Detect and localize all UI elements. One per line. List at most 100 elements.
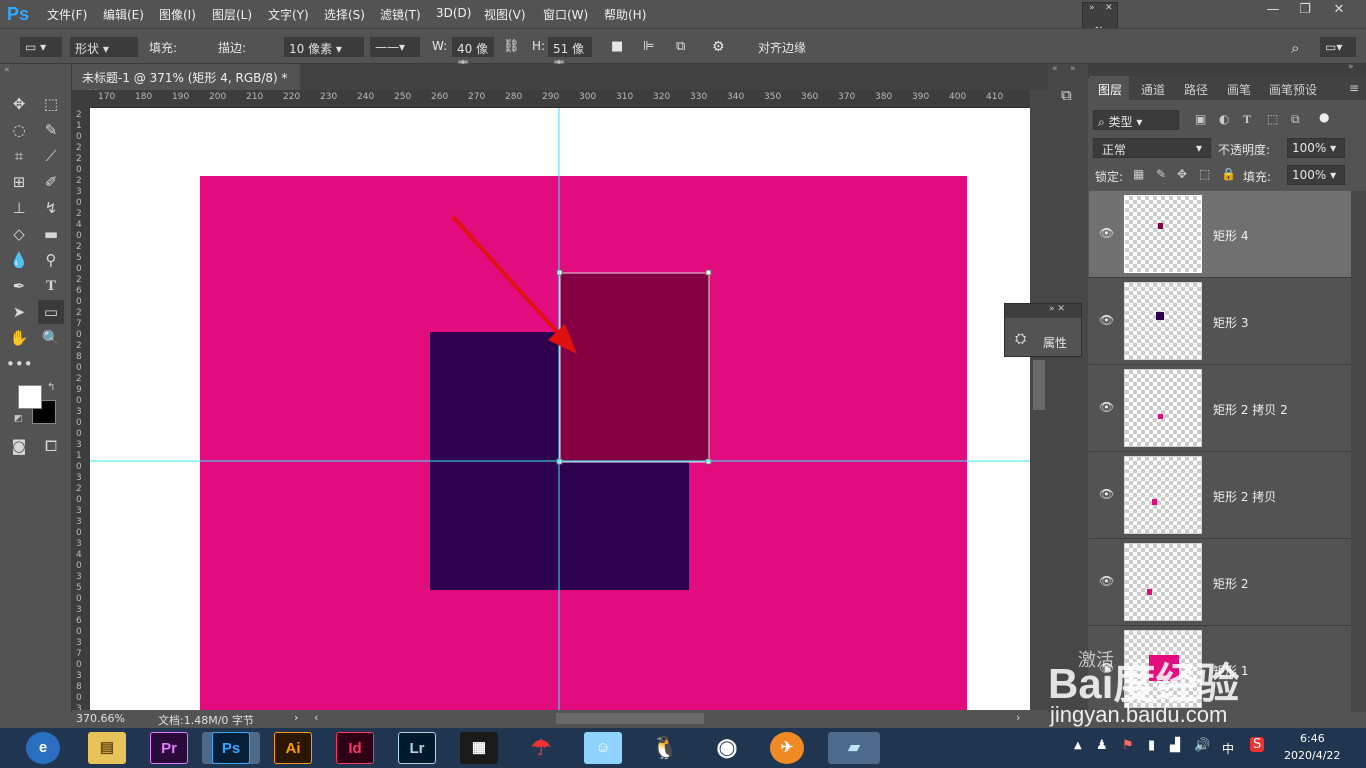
premiere-icon[interactable]: Pr [150, 732, 188, 764]
scroll-left-icon[interactable]: ‹ [314, 711, 318, 724]
menu-3d[interactable]: 3D(D) [436, 6, 471, 20]
eyedropper-tool-icon[interactable]: ⟋ [38, 144, 64, 168]
anchor-handle[interactable] [705, 269, 712, 276]
status-menu-icon[interactable]: › [294, 711, 298, 724]
browser-360-icon[interactable]: e [26, 732, 60, 764]
restore-icon[interactable]: ❐ [1292, 2, 1318, 22]
dodge-tool-icon[interactable]: ⚲ [38, 248, 64, 272]
document-tab[interactable]: 未标题-1 @ 371% (矩形 4, RGB/8) * ✕ [72, 64, 300, 100]
link-icon[interactable]: ⛓ [503, 39, 520, 54]
layer-row-rect2[interactable]: 👁 矩形 2 [1089, 539, 1351, 626]
clock-date[interactable]: 2020/4/22 [1284, 749, 1340, 762]
layer-name[interactable]: 矩形 2 [1213, 575, 1248, 592]
workspace-icon[interactable]: ▭▾ [1320, 37, 1356, 57]
scroll-thumb[interactable] [1033, 360, 1045, 410]
filter-adjustment-icon[interactable]: ◐ [1219, 112, 1229, 126]
lock-position-icon[interactable]: ✥ [1177, 167, 1187, 181]
tray-ime-label[interactable]: 中 [1222, 740, 1234, 757]
foreground-color-swatch[interactable] [18, 385, 42, 409]
layer-filter-select[interactable]: ⌕ 类型 ▾ [1093, 110, 1179, 130]
tab-layers[interactable]: 图层 [1098, 81, 1122, 98]
type-tool-icon[interactable]: T [38, 274, 64, 298]
menu-layer[interactable]: 图层(L) [212, 6, 252, 23]
screen-mode-icon[interactable]: ⧠ [38, 434, 64, 458]
filter-shape-icon[interactable]: ⬚ [1267, 112, 1278, 126]
marquee-tool-icon[interactable]: ⬚ [38, 92, 64, 116]
dock-expand-icon[interactable]: » [1070, 64, 1076, 74]
qq-icon[interactable]: 🐧 [646, 732, 684, 764]
default-colors-icon[interactable]: ◩ [14, 414, 23, 424]
tray-network-icon[interactable]: ▟ [1170, 738, 1180, 753]
visibility-eye-icon[interactable]: 👁 [1099, 226, 1114, 240]
search-icon[interactable]: ⌕ [1291, 39, 1299, 57]
path-select-tool-icon[interactable]: ➤ [6, 300, 32, 324]
filter-smart-object-icon[interactable]: ⧉ [1291, 112, 1300, 127]
gear-icon[interactable]: ⚙ [712, 39, 725, 55]
photoshop-icon[interactable]: Ps [212, 732, 250, 764]
crop-tool-icon[interactable]: ⌗ [6, 144, 32, 168]
menu-window[interactable]: 窗口(W) [543, 6, 588, 23]
menu-filter[interactable]: 滤镜(T) [380, 6, 421, 23]
pen-tool-icon[interactable]: ✒ [6, 274, 32, 298]
healing-tool-icon[interactable]: ⊞ [6, 170, 32, 194]
layer-row-rect2-copy2[interactable]: 👁 矩形 2 拷贝 2 [1089, 365, 1351, 452]
stroke-type-select[interactable]: ——▾ [370, 37, 420, 57]
tab-paths[interactable]: 路径 [1184, 81, 1208, 98]
close-window-icon[interactable]: ✕ [1326, 2, 1352, 22]
quick-select-tool-icon[interactable]: ✎ [38, 118, 64, 142]
menu-edit[interactable]: 编辑(E) [103, 6, 144, 23]
indesign-icon[interactable]: Id [336, 732, 374, 764]
canvas-vertical-scrollbar[interactable] [1030, 90, 1048, 710]
tray-battery-icon[interactable]: ▮ [1148, 738, 1155, 753]
visibility-eye-icon[interactable]: 👁 [1099, 400, 1114, 414]
collapse-icon[interactable]: » [1089, 3, 1095, 13]
tab-brushes[interactable]: 画笔 [1227, 81, 1251, 98]
ruler-origin[interactable] [72, 90, 90, 108]
more-tools-icon[interactable]: ••• [6, 352, 33, 376]
lightroom-icon[interactable]: Lr [398, 732, 436, 764]
lock-transparent-icon[interactable]: ▦ [1133, 167, 1144, 181]
eraser-tool-icon[interactable]: ◇ [6, 222, 32, 246]
minimize-icon[interactable]: — [1260, 2, 1286, 22]
tab-channels[interactable]: 通道 [1141, 81, 1165, 98]
toolbox-collapse-icon[interactable]: « [4, 65, 10, 75]
layers-dock-icon[interactable]: ⧉ [1061, 86, 1072, 104]
lasso-tool-icon[interactable]: ◌ [6, 118, 32, 142]
blur-tool-icon[interactable]: 💧 [6, 248, 32, 272]
panel-menu-icon[interactable]: ≡ [1349, 81, 1359, 95]
layer-name[interactable]: 矩形 4 [1213, 227, 1248, 244]
layers-panel-collapse-icon[interactable]: » [1348, 62, 1354, 72]
path-arrangement-icon[interactable]: ⧉ [676, 39, 685, 54]
brush-tool-icon[interactable]: ✐ [38, 170, 64, 194]
clock-time[interactable]: 6:46 [1300, 732, 1325, 745]
menu-select[interactable]: 选择(S) [324, 6, 365, 23]
tray-flag-icon[interactable]: ⚑ [1122, 738, 1134, 753]
properties-icon[interactable]: ⛭ [1015, 331, 1026, 347]
path-operations-icon[interactable]: ■ [611, 39, 623, 54]
rectangle-4-shape[interactable] [559, 272, 710, 463]
video-editor-icon[interactable]: ▦ [460, 732, 498, 764]
properties-collapse-icon[interactable]: » [1049, 304, 1055, 314]
layers-scrollbar[interactable] [1351, 191, 1366, 712]
fill-input[interactable]: 100% ▾ [1287, 165, 1345, 185]
visibility-eye-icon[interactable]: 👁 [1099, 313, 1114, 327]
mode-select[interactable]: 形状 ▾ [70, 37, 138, 57]
tool-preset-picker[interactable]: ▭ ▾ [20, 37, 62, 57]
layer-name[interactable]: 矩形 3 [1213, 314, 1248, 331]
filter-toggle-icon[interactable]: ● [1319, 110, 1329, 124]
history-brush-tool-icon[interactable]: ↯ [38, 196, 64, 220]
horizontal-scroll-thumb[interactable] [556, 713, 704, 724]
filter-pixel-icon[interactable]: ▣ [1195, 112, 1206, 126]
menu-help[interactable]: 帮助(H) [604, 6, 646, 23]
canvas[interactable] [90, 108, 1030, 710]
hand-tool-icon[interactable]: ✋ [6, 326, 32, 350]
orange-app-icon[interactable]: ✈ [770, 732, 804, 764]
gradient-tool-icon[interactable]: ▬ [38, 222, 64, 246]
path-alignment-icon[interactable]: ⊫ [643, 39, 654, 54]
cat-app-icon[interactable]: ☺ [584, 732, 622, 764]
tray-qq-icon[interactable]: ♟ [1096, 738, 1108, 753]
filter-type-icon[interactable]: T [1243, 112, 1251, 127]
width-input[interactable]: 40 像素 [452, 37, 494, 73]
menu-type[interactable]: 文字(Y) [268, 6, 309, 23]
lock-artboard-icon[interactable]: ⬚ [1199, 167, 1210, 181]
